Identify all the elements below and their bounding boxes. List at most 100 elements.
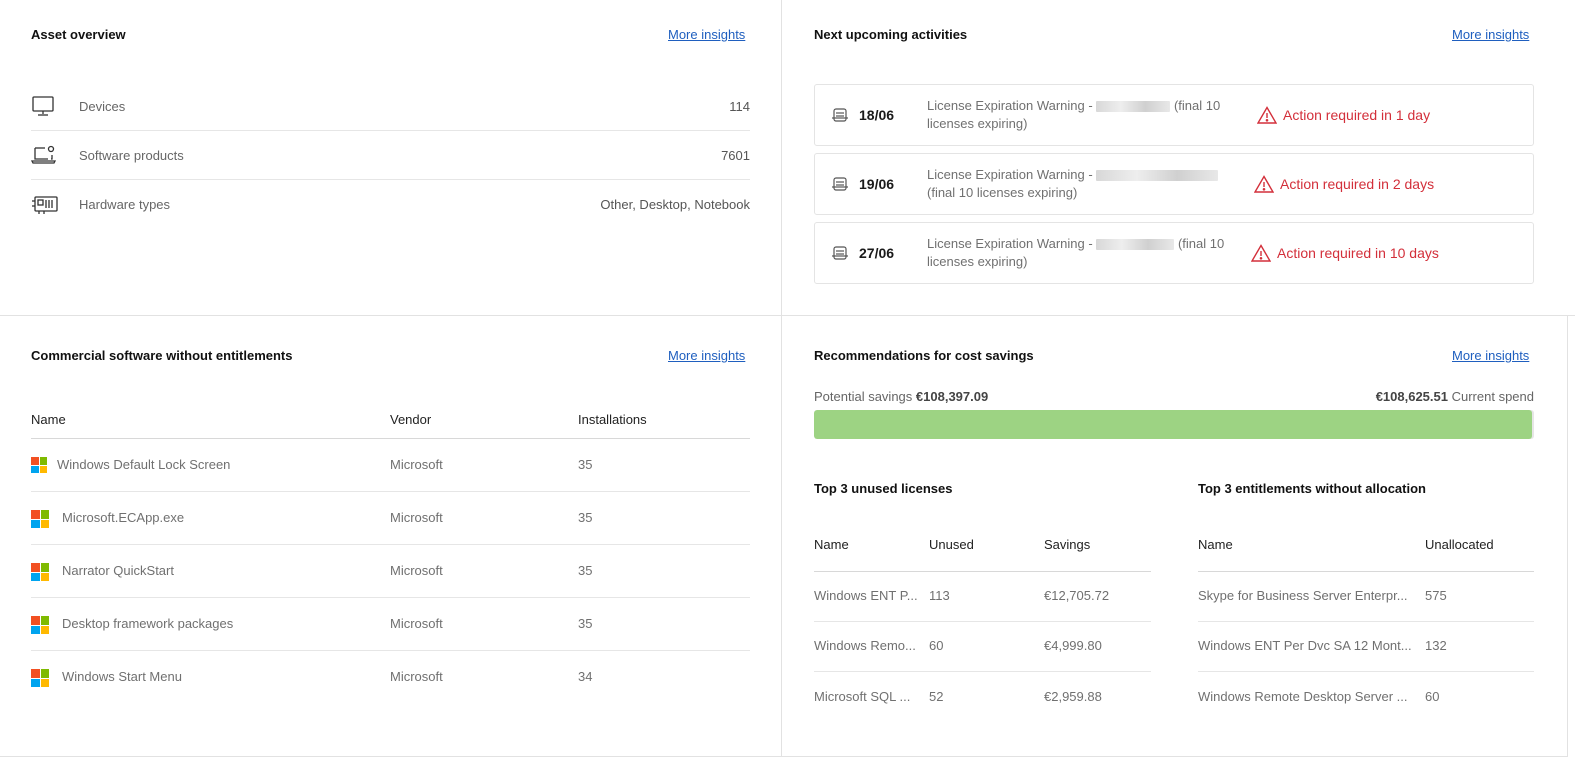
- column-header-installations[interactable]: Installations: [578, 412, 647, 427]
- savings-progress-fill: [814, 410, 1533, 439]
- activity-warning: Action required in 2 days: [1254, 175, 1434, 193]
- cell-name: Narrator QuickStart: [62, 563, 174, 578]
- cell-savings: €2,959.88: [1044, 689, 1102, 704]
- redacted-name: [1096, 170, 1219, 182]
- cell-installations: 35: [578, 616, 593, 631]
- warning-triangle-icon: [1251, 244, 1271, 262]
- asset-row-devices[interactable]: Devices 114: [31, 82, 750, 131]
- asset-overview-more-insights-link[interactable]: More insights: [668, 27, 745, 42]
- cell-name: Windows Remote Desktop Server ...: [1198, 689, 1408, 704]
- cell-installations: 35: [578, 510, 593, 525]
- asset-label: Hardware types: [79, 197, 171, 212]
- license-card-icon: [832, 246, 848, 260]
- warning-triangle-icon: [1257, 106, 1277, 124]
- license-card-icon: [832, 108, 848, 122]
- cell-unused: 60: [929, 638, 944, 653]
- microsoft-logo-icon: [31, 510, 49, 528]
- table-row[interactable]: Skype for Business Server Enterpr... 575: [1198, 572, 1534, 622]
- activity-warning: Action required in 1 day: [1257, 106, 1430, 124]
- table-row[interactable]: Desktop framework packages Microsoft 35: [31, 598, 750, 651]
- activity-warning-text: Action required in 1 day: [1283, 107, 1431, 123]
- asset-label: Software products: [79, 147, 184, 163]
- cell-vendor: Microsoft: [390, 563, 443, 578]
- cell-name: Windows Default Lock Screen: [57, 457, 231, 472]
- warning-triangle-icon: [1254, 175, 1274, 193]
- asset-list: Devices 114 Software products 7601 Hardw…: [31, 82, 750, 229]
- table-row[interactable]: Windows Start Menu Microsoft 34: [31, 651, 750, 704]
- license-card-icon: [832, 177, 848, 191]
- current-spend-label: Current spend: [1451, 389, 1534, 404]
- savings-progress-bar: [814, 410, 1534, 439]
- activity-card[interactable]: 18/06 License Expiration Warning - (fina…: [814, 84, 1534, 146]
- commercial-software-more-insights-link[interactable]: More insights: [668, 348, 745, 363]
- cell-installations: 34: [578, 669, 593, 684]
- table-row[interactable]: Windows Remo... 60 €4,999.80: [814, 622, 1151, 672]
- column-header-unused[interactable]: Unused: [929, 537, 974, 552]
- cell-name: Windows Remo...: [814, 638, 916, 653]
- redacted-name: [1096, 239, 1175, 251]
- microsoft-logo-icon: [31, 669, 49, 687]
- redacted-name: [1096, 101, 1171, 113]
- table-row[interactable]: Windows Default Lock Screen Microsoft 35: [31, 439, 750, 492]
- table-row[interactable]: Windows ENT P... 113 €12,705.72: [814, 572, 1151, 622]
- activity-date: 18/06: [859, 107, 895, 123]
- activities-title: Next upcoming activities: [814, 27, 968, 42]
- monitor-icon: [31, 94, 79, 118]
- cell-name: Windows Start Menu: [62, 669, 182, 684]
- cell-vendor: Microsoft: [390, 616, 443, 631]
- table-row[interactable]: Windows Remote Desktop Server ... 60: [1198, 673, 1534, 723]
- current-spend: €108,625.51 Current spend: [1376, 389, 1534, 404]
- current-spend-value: €108,625.51: [1375, 389, 1448, 404]
- microsoft-logo-icon: [31, 563, 49, 581]
- asset-row-software-products[interactable]: Software products 7601: [31, 131, 750, 180]
- unused-licenses-header: Name Unused Savings: [814, 537, 1151, 572]
- cost-savings-more-insights-link[interactable]: More insights: [1452, 348, 1529, 363]
- cell-installations: 35: [578, 563, 593, 578]
- activities-more-insights-link[interactable]: More insights: [1452, 27, 1529, 42]
- activity-date: 19/06: [859, 176, 895, 192]
- microsoft-logo-icon: [31, 457, 47, 473]
- cell-vendor: Microsoft: [390, 457, 443, 472]
- column-header-vendor[interactable]: Vendor: [390, 412, 431, 427]
- potential-savings-label: Potential savings: [814, 389, 913, 404]
- asset-value: Other, Desktop, Notebook: [600, 197, 750, 212]
- column-header-name[interactable]: Name: [1198, 537, 1233, 552]
- potential-savings: Potential savings €108,397.09: [814, 389, 988, 404]
- column-header-name[interactable]: Name: [31, 412, 66, 427]
- activity-card[interactable]: 27/06 License Expiration Warning - (fina…: [814, 222, 1534, 284]
- asset-label: Devices: [79, 98, 126, 114]
- commercial-table-header: Name Vendor Installations: [31, 412, 750, 439]
- hardware-chip-icon: [31, 193, 79, 217]
- column-header-savings[interactable]: Savings: [1044, 537, 1090, 552]
- table-row[interactable]: Windows ENT Per Dvc SA 12 Mont... 132: [1198, 622, 1534, 672]
- unused-licenses-title: Top 3 unused licenses: [814, 481, 953, 496]
- cell-name: Desktop framework packages: [62, 616, 234, 631]
- asset-overview-title: Asset overview: [31, 27, 126, 42]
- laptop-gear-icon: [31, 143, 79, 167]
- cell-name: Microsoft SQL ...: [814, 689, 911, 704]
- cell-name: Skype for Business Server Enterpr...: [1198, 588, 1408, 603]
- activity-card[interactable]: 19/06 License Expiration Warning - (fina…: [814, 153, 1534, 215]
- activity-description: License Expiration Warning - (final 10 l…: [927, 166, 1239, 202]
- cell-installations: 35: [578, 457, 593, 472]
- cell-vendor: Microsoft: [390, 510, 443, 525]
- cell-name: Windows ENT P...: [814, 588, 918, 603]
- asset-value: 7601: [721, 147, 750, 163]
- column-header-unallocated[interactable]: Unallocated: [1425, 537, 1494, 552]
- cell-name: Microsoft.ECApp.exe: [62, 510, 185, 525]
- activities-list: 18/06 License Expiration Warning - (fina…: [814, 84, 1534, 291]
- column-header-name[interactable]: Name: [814, 537, 849, 552]
- table-row[interactable]: Microsoft.ECApp.exe Microsoft 35: [31, 492, 750, 545]
- cost-savings-title: Recommendations for cost savings: [814, 348, 1034, 363]
- cell-unallocated: 132: [1425, 638, 1447, 653]
- table-row[interactable]: Microsoft SQL ... 52 €2,959.88: [814, 673, 1151, 723]
- unallocated-entitlements-header: Name Unallocated: [1198, 537, 1534, 572]
- cell-unused: 113: [929, 588, 950, 603]
- activity-warning: Action required in 10 days: [1251, 244, 1439, 262]
- cell-unused: 52: [929, 689, 944, 704]
- asset-row-hardware-types[interactable]: Hardware types Other, Desktop, Notebook: [31, 180, 750, 229]
- activity-description: License Expiration Warning - (final 10 l…: [927, 98, 1221, 131]
- table-row[interactable]: Narrator QuickStart Microsoft 35: [31, 545, 750, 598]
- activity-warning-text: Action required in 2 days: [1280, 176, 1435, 192]
- commercial-software-title: Commercial software without entitlements: [31, 348, 293, 363]
